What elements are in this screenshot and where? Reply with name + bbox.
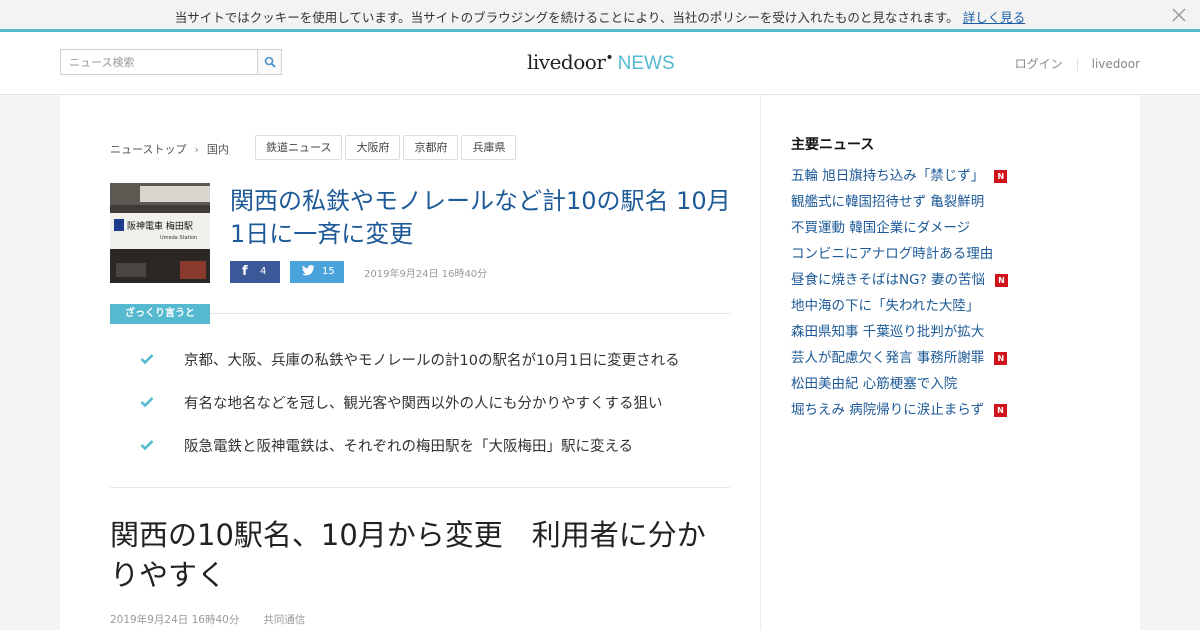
news-list-item[interactable]: 森田県知事 千葉巡り批判が拡大 [791,322,1121,348]
news-link[interactable]: 不買運動 韓国企業にダメージ [791,220,970,236]
top-news-title: 主要ニュース [791,137,875,153]
tag-kyoto[interactable]: 京都府 [403,135,459,160]
chevron-right-icon: › [194,143,199,156]
article-meta: 2019年9月24日 16時40分 共同通信 [110,612,305,627]
summary-text: 京都、大阪、兵庫の私鉄やモノレールの計10の駅名が10月1日に変更される [184,353,680,369]
livedoor-link[interactable]: livedoor [1092,57,1140,71]
news-link[interactable]: 観艦式に韓国招待せず 亀裂鮮明 [791,194,984,210]
divider [1076,58,1078,71]
twitter-share-count: 15 [322,266,335,277]
news-link[interactable]: 堀ちえみ 病院帰りに涙止まらず [791,402,984,418]
breadcrumb-domestic[interactable]: 国内 [207,143,229,156]
tag-hyogo[interactable]: 兵庫県 [461,135,517,160]
tag-railway-news[interactable]: 鉄道ニュース [255,135,343,160]
close-icon[interactable] [1170,6,1188,24]
facebook-icon: f [242,264,248,279]
cookie-message: 当サイトではクッキーを使用しています。当サイトのブラウジングを続けることにより、… [0,7,1200,26]
new-badge: N [995,274,1009,287]
tag-osaka[interactable]: 大阪府 [345,135,401,160]
summary-item: 有名な地名などを冠し、観光客や関西以外の人にも分かりやすくする狙い [140,393,720,417]
news-list-item[interactable]: 松田美由紀 心筋梗塞で入院 [791,374,1121,400]
new-badge: N [994,404,1008,417]
news-list-item[interactable]: 不買運動 韓国企業にダメージ [791,218,1121,244]
divider [210,313,730,314]
search-icon [264,56,276,68]
summary-text: 阪急電鉄と阪神電鉄は、それぞれの梅田駅を「大阪梅田」駅に変える [184,439,634,455]
login-link[interactable]: ログイン [1015,57,1063,71]
article-source[interactable]: 共同通信 [263,614,305,626]
facebook-share-count: 4 [260,266,267,277]
news-list-item[interactable]: 地中海の下に「失われた大陸」 [791,296,1121,322]
check-icon [140,397,154,408]
new-badge: N [994,352,1008,365]
site-logo[interactable]: livedoor• NEWS [527,50,675,76]
search-input[interactable] [61,50,257,74]
news-list-item[interactable]: 五輪 旭日旗持ち込み「禁じず」 N [791,166,1121,192]
thumbnail-sign: 阪神電車 梅田駅 [127,220,193,232]
search-button[interactable] [257,50,281,74]
news-link[interactable]: コンビニにアナログ時計ある理由 [791,246,993,262]
article-thumbnail[interactable]: 阪神電車 梅田駅 Umeda Station [110,183,210,283]
news-list-item[interactable]: 芸人が配慮欠く発言 事務所謝罪 N [791,348,1121,374]
publish-date: 2019年9月24日 16時40分 [364,269,488,280]
news-link[interactable]: 昼食に焼きそばはNG? 妻の苦悩 [791,272,985,288]
news-link[interactable]: 地中海の下に「失われた大陸」 [791,298,979,314]
logo-livedoor: livedoor [527,50,606,74]
header-links: ログイン livedoor [1015,55,1140,72]
news-list-item[interactable]: コンビニにアナログ時計ある理由 [791,244,1121,270]
cookie-details-link[interactable]: 詳しく見る [963,10,1026,25]
article-date: 2019年9月24日 16時40分 [110,614,240,626]
summary-text: 有名な地名などを冠し、観光客や関西以外の人にも分かりやすくする狙い [184,396,663,412]
tag-list: 鉄道ニュース 大阪府 京都府 兵庫県 [255,135,519,160]
cookie-banner: 当サイトではクッキーを使用しています。当サイトのブラウジングを続けることにより、… [0,0,1200,32]
headline[interactable]: 関西の私鉄やモノレールなど計10の駅名 10月1日に一斉に変更 [230,185,735,251]
sidebar: 主要ニュース 五輪 旭日旗持ち込み「禁じず」 N 観艦式に韓国招待せず 亀裂鮮明 不買… [760,95,1140,630]
twitter-icon [302,265,315,280]
news-list-item[interactable]: 昼食に焼きそばはNG? 妻の苦悩 N [791,270,1121,296]
divider [110,487,730,488]
summary-label: ざっくり言うと [110,304,210,324]
twitter-share-button[interactable]: 15 [290,261,344,283]
news-list-item[interactable]: 堀ちえみ 病院帰りに涙止まらず N [791,400,1121,426]
search-form [60,49,282,75]
news-link[interactable]: 五輪 旭日旗持ち込み「禁じず」 [791,168,984,184]
check-icon [140,354,154,365]
thumbnail-sign-sub: Umeda Station [160,235,197,241]
summary-item: 京都、大阪、兵庫の私鉄やモノレールの計10の駅名が10月1日に変更される [140,350,720,374]
article-title: 関西の10駅名、10月から変更 利用者に分かりやすく [110,518,706,592]
news-link[interactable]: 松田美由紀 心筋梗塞で入院 [791,376,957,392]
site-header: livedoor•NEWS ログイン livedoor [0,32,1200,95]
news-link[interactable]: 芸人が配慮欠く発言 事務所謝罪 [791,350,984,366]
logo-news: NEWS [617,53,675,74]
news-list-item[interactable]: 観艦式に韓国招待せず 亀裂鮮明 [791,192,1121,218]
breadcrumb-news-top[interactable]: ニューストップ [110,143,186,156]
new-badge: N [994,170,1008,183]
top-news-list: 五輪 旭日旗持ち込み「禁じず」 N 観艦式に韓国招待せず 亀裂鮮明 不買運動 韓国企業… [791,166,1121,426]
facebook-share-button[interactable]: f 4 [230,261,280,283]
summary-item: 阪急電鉄と阪神電鉄は、それぞれの梅田駅を「大阪梅田」駅に変える [140,436,720,460]
breadcrumb: ニューストップ › 国内 [110,141,229,157]
cookie-text: 当サイトではクッキーを使用しています。当サイトのブラウジングを続けることにより、… [174,10,959,25]
news-link[interactable]: 森田県知事 千葉巡り批判が拡大 [791,324,984,340]
article-card: ニューストップ › 国内 鉄道ニュース 大阪府 京都府 兵庫県 阪神電車 梅田駅 Umed… [60,95,760,630]
check-icon [140,440,154,451]
